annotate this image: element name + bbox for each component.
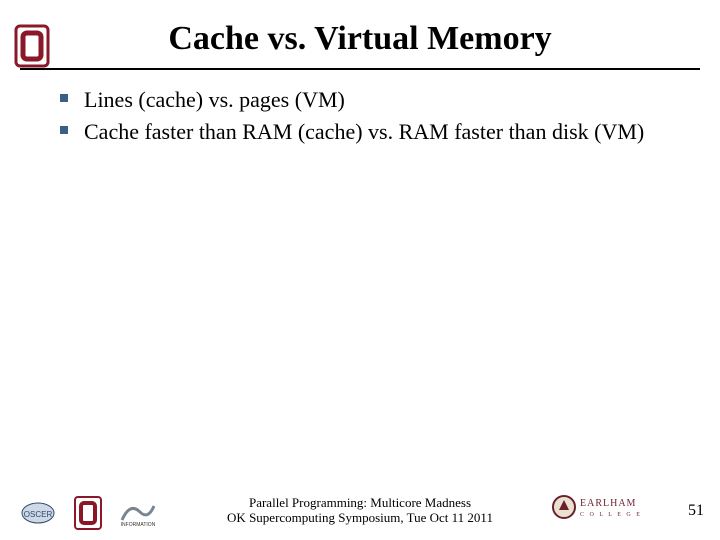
bullet-item: Lines (cache) vs. pages (VM) [60, 86, 680, 114]
ou-logo-footer [68, 498, 108, 528]
square-bullet-icon [60, 126, 68, 134]
footer-line-2: OK Supercomputing Symposium, Tue Oct 11 … [227, 510, 493, 526]
oscer-logo: OSCER [18, 498, 58, 528]
svg-text:OSCER: OSCER [24, 510, 53, 519]
page-number: 51 [688, 502, 704, 520]
it-logo: INFORMATION [118, 498, 158, 528]
footer-logos-left: OSCER INFORMATION [18, 498, 158, 528]
title-underline [20, 68, 700, 70]
bullet-list: Lines (cache) vs. pages (VM) Cache faste… [60, 86, 680, 149]
slide-title: Cache vs. Virtual Memory [0, 20, 720, 58]
footer-text: Parallel Programming: Multicore Madness … [227, 495, 493, 526]
earlham-logo: EARLHAM C O L L E G E [550, 492, 650, 522]
bullet-text: Cache faster than RAM (cache) vs. RAM fa… [84, 119, 644, 144]
svg-text:C O L L E G E: C O L L E G E [580, 512, 642, 518]
svg-text:EARLHAM: EARLHAM [580, 498, 636, 509]
slide-footer: OSCER INFORMATION Parallel Programming: … [0, 484, 720, 530]
footer-line-1: Parallel Programming: Multicore Madness [227, 495, 493, 511]
bullet-text: Lines (cache) vs. pages (VM) [84, 87, 345, 112]
svg-text:INFORMATION: INFORMATION [121, 522, 156, 528]
bullet-item: Cache faster than RAM (cache) vs. RAM fa… [60, 118, 680, 146]
square-bullet-icon [60, 94, 68, 102]
